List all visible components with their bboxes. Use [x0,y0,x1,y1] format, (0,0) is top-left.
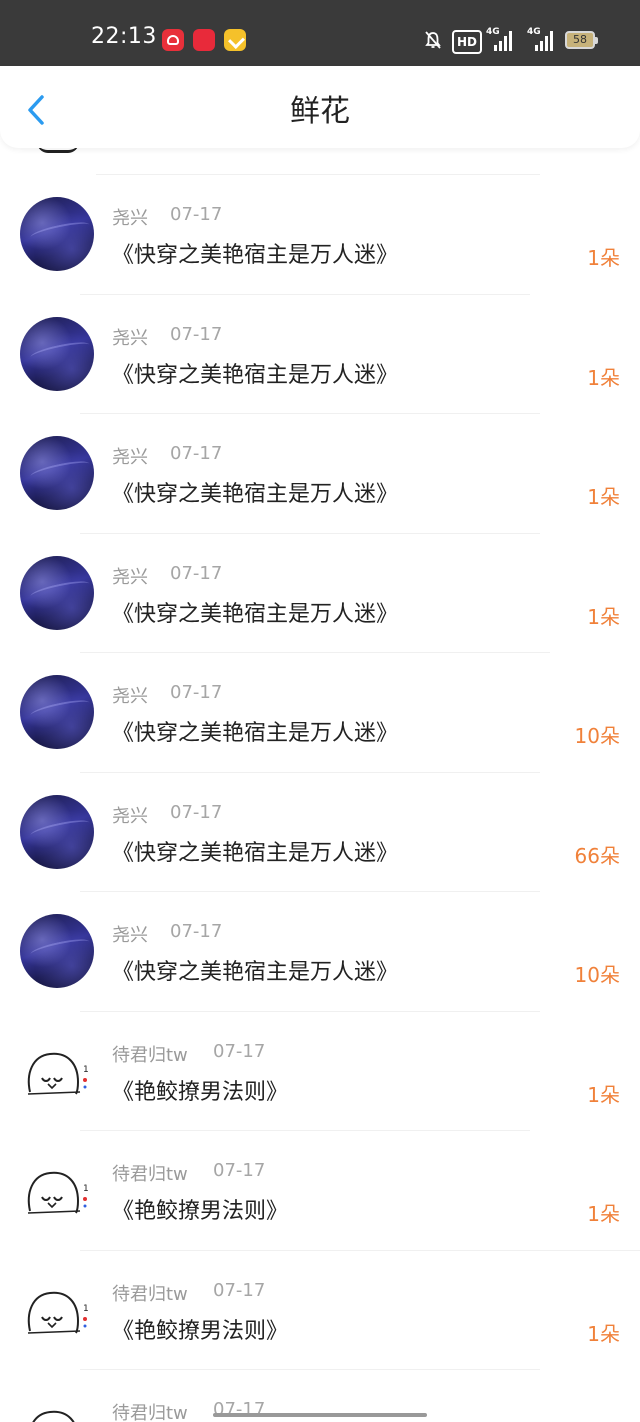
home-indicator[interactable] [213,1413,427,1417]
list-item[interactable]: 尧兴 07-17 《快穿之美艳宿主是万人迷》 1朵 [0,293,640,413]
flower-count: 1朵 [587,365,620,390]
list-item[interactable]: 尧兴 07-17 《快穿之美艳宿主是万人迷》 1朵 [0,532,640,652]
flower-count: 10朵 [574,963,620,987]
flower-gift-list: 尧兴 07-17 《快穿之美艳宿主是万人迷》 1朵 尧兴 07-17 《快穿之美艳宿主是万人… [0,148,640,1422]
book-title: 《艳鲛撩男法则》 [112,1199,289,1224]
svg-text:1: 1 [83,1304,89,1314]
book-title: 《艳鲛撩男法则》 [112,1079,289,1105]
flower-count: 1朵 [587,1321,620,1346]
avatar[interactable] [20,555,94,630]
avatar[interactable] [20,675,94,749]
sender-name: 尧兴 [112,327,148,349]
checkmark-app-icon [224,29,246,51]
flower-count: 1朵 [587,246,620,270]
row-divider [80,652,550,653]
row-divider [80,532,540,534]
list-item[interactable]: 尧兴 07-17 《快穿之美艳宿主是万人迷》 1朵 [0,174,640,293]
sender-name: 待君归tw [112,1044,188,1066]
status-time: 22:13 [91,24,157,49]
hd-voice-badge: HD [452,30,483,54]
row-divider [80,1369,540,1370]
gift-date: 07-17 [170,682,223,703]
gift-date: 07-17 [213,1160,266,1181]
flower-count: 66朵 [574,843,620,868]
svg-text:1: 1 [83,1065,89,1075]
book-title: 《艳鲛撩男法则》 [112,1318,289,1344]
book-title: 《快穿之美艳宿主是万人迷》 [112,482,399,507]
gift-date: 07-17 [213,1040,266,1062]
sender-name: 尧兴 [112,447,148,468]
gift-date: 07-17 [213,1279,266,1301]
back-button[interactable] [18,88,58,128]
gift-date: 07-17 [170,921,223,942]
sender-name: 尧兴 [112,925,148,946]
row-divider [80,1130,530,1131]
book-title: 《快穿之美艳宿主是万人迷》 [112,243,399,268]
sender-name: 待君归tw [112,1164,188,1185]
book-title: 《快穿之美艳宿主是万人迷》 [112,840,399,866]
row-divider [80,771,540,773]
avatar[interactable] [20,436,94,510]
row-divider [80,891,540,892]
gift-date: 07-17 [170,323,223,345]
chevron-left-icon [28,95,44,125]
heart-app-icon [162,29,184,51]
list-item[interactable]: 1 待君归tw 07-17 《艳鲛撩男法则》 1朵 [0,1010,640,1130]
avatar [37,148,79,153]
signal-icon: 4G [527,27,557,51]
page-header: 鲜花 [0,66,640,148]
sender-name: 待君归tw [112,1283,188,1305]
book-title: 《快穿之美艳宿主是万人迷》 [112,960,399,985]
row-divider [80,293,530,295]
gift-date: 07-17 [170,443,223,464]
book-title: 《快穿之美艳宿主是万人迷》 [112,721,399,746]
network-type-label: 4G [527,27,541,37]
flower-count: 10朵 [574,724,620,748]
avatar[interactable]: 1 [20,1153,94,1227]
battery-icon: 58 [565,31,598,49]
row-divider [80,413,540,414]
list-item[interactable]: 1 待君归tw 07-17 《艳鲛撩男法则》 1朵 [0,1130,640,1249]
sender-name: 尧兴 [112,566,148,588]
list-item[interactable]: 1 待君归tw 07-17 《艳鲛撩男法则》 1朵 [0,1249,640,1369]
book-title: 《快穿之美艳宿主是万人迷》 [112,601,399,627]
page-title: 鲜花 [290,94,350,129]
signal-icon: 4G [486,27,516,51]
network-type-label: 4G [486,27,500,37]
xiaohongshu-app-icon [193,29,215,51]
row-divider [80,1249,640,1251]
avatar[interactable] [20,914,94,988]
gift-date: 07-17 [170,562,223,584]
avatar[interactable] [20,316,94,391]
list-item[interactable]: 尧兴 07-17 《快穿之美艳宿主是万人迷》 10朵 [0,891,640,1010]
flower-count: 1朵 [587,1082,620,1107]
sender-name: 尧兴 [112,805,148,827]
row-divider [80,1010,540,1012]
list-item[interactable]: 尧兴 07-17 《快穿之美艳宿主是万人迷》 10朵 [0,652,640,771]
sender-name: 尧兴 [112,686,148,707]
avatar[interactable]: 1 [20,1033,94,1108]
list-item[interactable]: 尧兴 07-17 《快穿之美艳宿主是万人迷》 66朵 [0,771,640,891]
battery-level: 58 [573,33,587,46]
flower-count: 1朵 [587,604,620,629]
flower-count: 1朵 [587,1202,620,1226]
book-title: 《快穿之美艳宿主是万人迷》 [112,362,399,388]
gift-date: 07-17 [170,801,223,823]
gift-date: 07-17 [170,204,223,225]
sender-name: 尧兴 [112,208,148,229]
status-bar: 22:13 HD 4G 4G 58 [0,0,640,66]
svg-text:1: 1 [83,1184,89,1194]
avatar[interactable] [20,794,94,869]
avatar[interactable]: 1 [20,1392,94,1422]
avatar[interactable] [20,197,94,271]
flower-count: 1朵 [587,485,620,509]
muted-bell-icon [425,31,441,49]
avatar[interactable]: 1 [20,1272,94,1347]
row-divider [96,174,540,175]
sender-name: 待君归tw [112,1403,188,1422]
list-item[interactable]: 尧兴 07-17 《快穿之美艳宿主是万人迷》 1朵 [0,413,640,532]
